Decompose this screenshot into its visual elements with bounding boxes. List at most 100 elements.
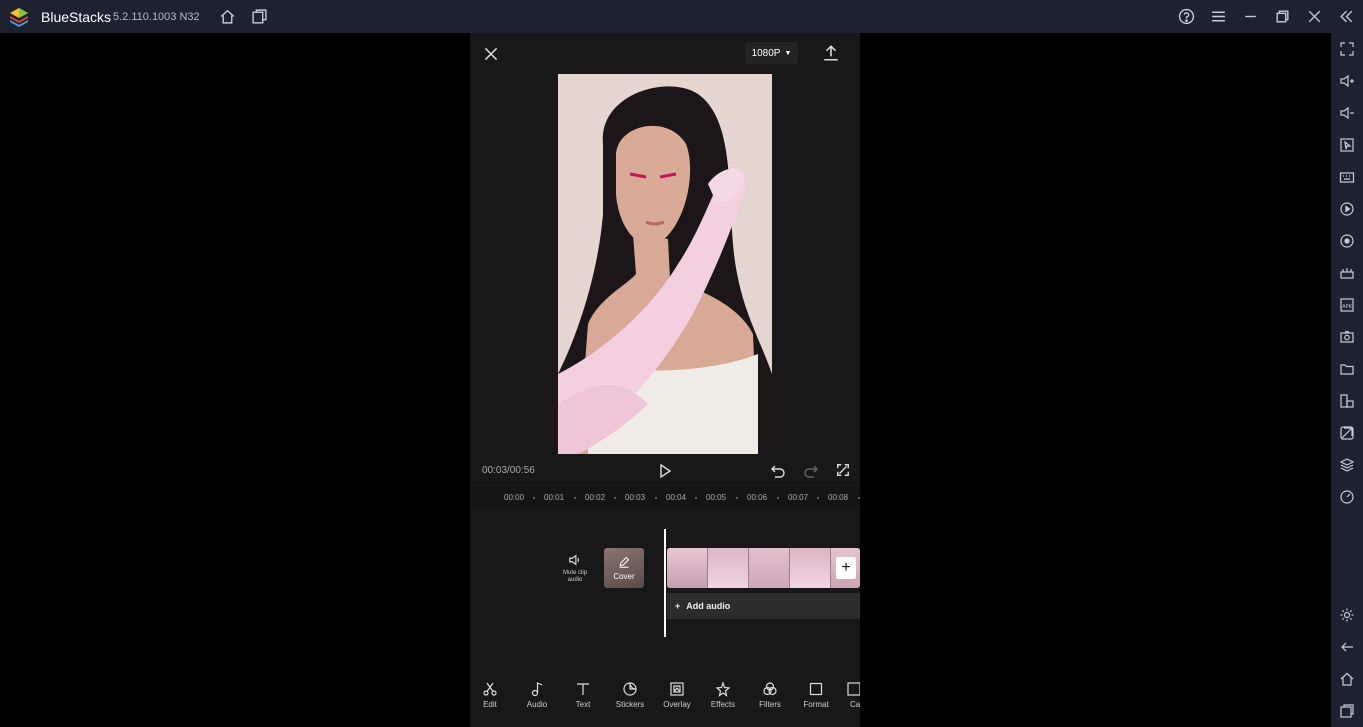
folder-icon[interactable] (1339, 361, 1355, 377)
right-sidebar: APK (1331, 33, 1363, 727)
tool-format[interactable]: Format (793, 681, 839, 709)
caret-down-icon: ▼ (784, 49, 792, 57)
close-editor-icon[interactable] (482, 45, 500, 63)
effects-icon (715, 681, 731, 697)
ruler-tick: 00:02 (585, 493, 606, 502)
tool-label: Text (575, 700, 591, 709)
clip-thumbnail (667, 548, 708, 588)
apk-install-icon[interactable]: APK (1339, 297, 1355, 313)
tool-label: Effects (710, 700, 736, 709)
plus-icon: + (675, 601, 681, 611)
export-icon[interactable] (822, 44, 840, 62)
layers-icon[interactable] (1339, 457, 1355, 473)
keyboard-icon[interactable] (1339, 169, 1355, 185)
add-audio-label: Add audio (686, 601, 731, 611)
video-frame-image (558, 74, 772, 454)
collapse-sidebar-icon[interactable] (1338, 8, 1355, 25)
ruler-tick: 00:01 (544, 493, 565, 502)
minimize-icon[interactable] (1242, 8, 1259, 25)
title-bar: BlueStacks 5.2.110.1003 N32 (0, 0, 1363, 33)
tool-label: Format (803, 700, 829, 709)
clip-thumbnail (708, 548, 749, 588)
tool-label: Ca (850, 700, 860, 709)
overlay-icon (670, 682, 684, 696)
tool-filters[interactable]: Filters (747, 681, 793, 709)
clip-thumbnail (790, 548, 831, 588)
restore-icon[interactable] (1274, 8, 1291, 25)
undo-icon[interactable] (770, 463, 786, 479)
screenshot-icon[interactable] (1339, 329, 1355, 345)
time-ruler: 00:00 00:01 00:02 00:03 00:04 00:05 00:0… (470, 487, 860, 509)
fullscreen-icon[interactable] (1339, 41, 1355, 57)
tool-label: Edit (483, 700, 497, 709)
multi-instance-icon[interactable] (251, 8, 268, 25)
tool-label: Overlay (663, 700, 691, 709)
ruler-tick: 00:06 (747, 493, 768, 502)
menu-icon[interactable] (1210, 8, 1227, 25)
resolution-dropdown[interactable]: 1080P ▼ (745, 42, 798, 64)
filters-icon (763, 682, 777, 696)
close-window-icon[interactable] (1306, 8, 1323, 25)
scissors-icon (483, 682, 497, 696)
ruler-tick: 00:03 (625, 493, 646, 502)
mute-clip-label: Mute clip audio (562, 570, 587, 583)
tool-label: Filters (759, 700, 781, 709)
back-arrow-icon[interactable] (1339, 639, 1355, 655)
format-icon (809, 682, 823, 696)
settings-gear-icon[interactable] (1339, 607, 1355, 623)
home-icon[interactable] (219, 8, 236, 25)
playback-time: 00:03/00:56 (482, 465, 535, 476)
recent-apps-icon[interactable] (1339, 703, 1355, 719)
playhead[interactable] (664, 529, 666, 637)
app-title: BlueStacks (41, 9, 112, 25)
mute-clip-audio-button[interactable]: Mute clip audio (560, 553, 590, 584)
tool-text[interactable]: Text (560, 681, 606, 709)
ruler-tick: 00:00 (504, 493, 525, 502)
tool-stickers[interactable]: Stickers (607, 681, 653, 709)
record-icon[interactable] (1339, 233, 1355, 249)
sticker-icon (623, 682, 637, 696)
text-icon (577, 683, 589, 695)
redo-icon[interactable] (803, 463, 819, 479)
tool-audio[interactable]: Audio (514, 681, 560, 709)
speaker-icon (569, 554, 580, 566)
clip-thumbnail (749, 548, 790, 588)
fullscreen-preview-icon[interactable] (836, 463, 850, 477)
controls-icon[interactable] (1339, 265, 1355, 281)
ruler-tick: 00:07 (788, 493, 809, 502)
android-home-icon[interactable] (1339, 671, 1355, 687)
svg-text:APK: APK (1342, 304, 1352, 310)
volume-up-icon[interactable] (1339, 73, 1355, 89)
bottom-toolbar: Edit Audio Text Stickers Overlay Effects… (470, 669, 860, 727)
ruler-tick: 00:08 (828, 493, 849, 502)
performance-icon[interactable] (1339, 489, 1355, 505)
add-audio-button[interactable]: + Add audio (667, 593, 860, 619)
tool-overlay[interactable]: Overlay (654, 681, 700, 709)
tool-edit[interactable]: Edit (470, 681, 513, 709)
canvas-icon (847, 682, 860, 696)
ruler-tick: 00:04 (666, 493, 687, 502)
volume-down-icon[interactable] (1339, 105, 1355, 121)
help-icon[interactable] (1178, 8, 1195, 25)
eco-mode-icon[interactable] (1339, 425, 1355, 441)
ruler-tick: 00:05 (706, 493, 727, 502)
video-editor: 1080P ▼ 00:03/00:56 00:00 00:01 00:02 00… (470, 33, 860, 727)
macro-play-icon[interactable] (1339, 201, 1355, 217)
video-preview[interactable] (558, 74, 772, 454)
edit-pencil-icon (619, 556, 630, 568)
tool-canvas[interactable]: Ca (836, 681, 860, 709)
resolution-label: 1080P (751, 47, 781, 59)
pointer-icon[interactable] (1339, 137, 1355, 153)
cover-button[interactable]: Cover (604, 548, 644, 588)
rotate-icon[interactable] (1339, 393, 1355, 409)
music-note-icon (531, 682, 543, 697)
bluestacks-logo-icon (10, 8, 28, 27)
tool-effects[interactable]: Effects (700, 681, 746, 709)
cover-label: Cover (613, 572, 635, 581)
video-clip-track[interactable] (667, 548, 860, 588)
tool-label: Stickers (615, 700, 645, 709)
tool-label: Audio (526, 700, 548, 709)
app-version: 5.2.110.1003 N32 (113, 11, 200, 23)
play-icon[interactable] (657, 463, 673, 479)
add-clip-button[interactable]: + (836, 557, 856, 579)
